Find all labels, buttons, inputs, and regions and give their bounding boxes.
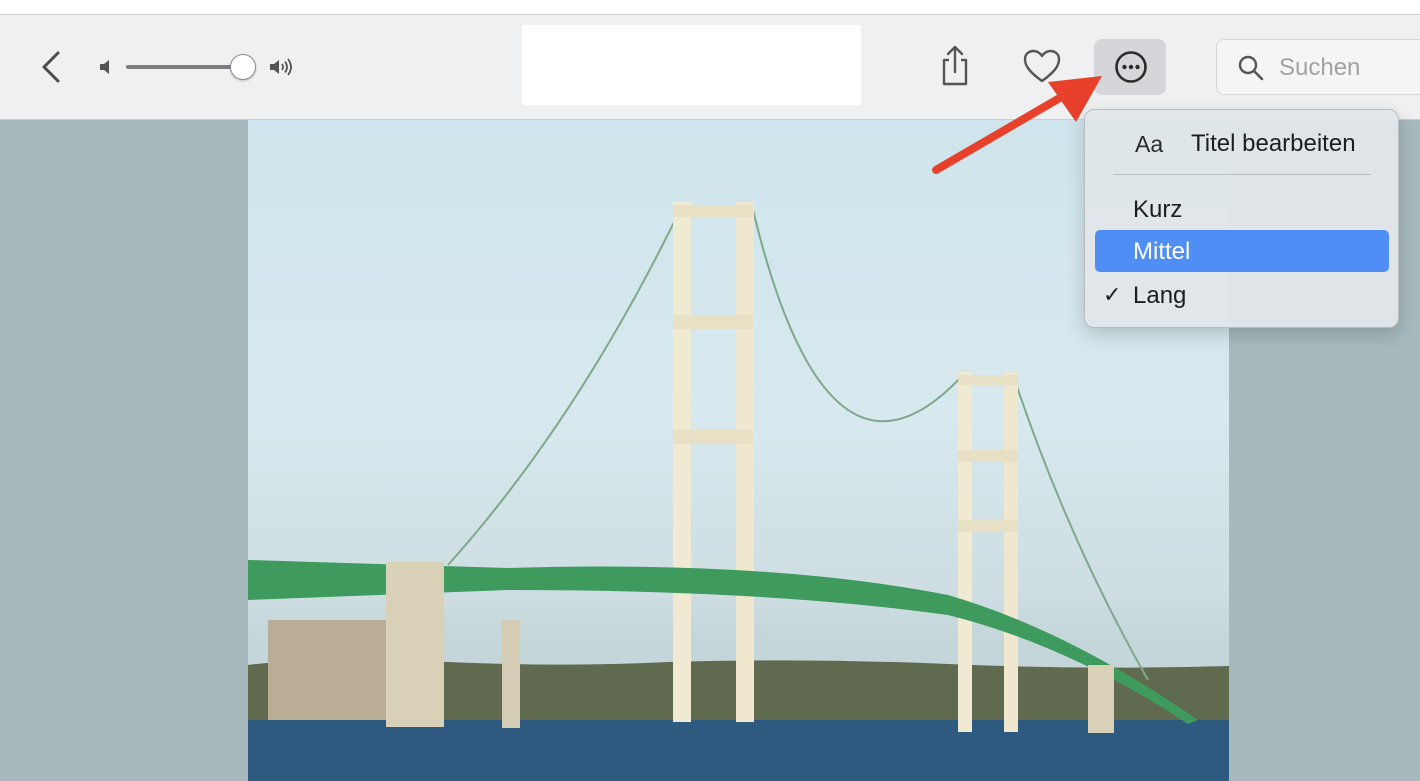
menu-item-lang-label: Lang	[1133, 282, 1187, 309]
menu-item-kurz[interactable]: Kurz	[1095, 188, 1389, 230]
menu-item-mittel[interactable]: Mittel	[1095, 230, 1389, 272]
menu-item-edit-title-label: Titel bearbeiten	[1191, 130, 1356, 157]
bridge-illustration	[248, 202, 1229, 781]
ellipsis-circle-icon	[1115, 51, 1147, 83]
menu-item-lang[interactable]: ✓ Lang	[1095, 274, 1389, 316]
menu-item-kurz-label: Kurz	[1133, 196, 1183, 223]
search-icon	[1238, 55, 1264, 81]
chevron-left-icon	[42, 51, 60, 83]
speaker-low-icon	[98, 58, 112, 76]
volume-slider-track	[126, 65, 242, 69]
toolbar	[0, 15, 1420, 120]
bridge-photo	[248, 120, 1229, 781]
title-redaction-box	[522, 25, 861, 105]
menu-item-mittel-label: Mittel	[1133, 238, 1191, 265]
volume-slider-knob[interactable]	[230, 54, 256, 80]
menu-separator	[1113, 174, 1371, 175]
annotation-arrow	[932, 76, 1102, 174]
text-format-icon: Aa	[1135, 131, 1164, 157]
menu-item-edit-title[interactable]: Aa Titel bearbeiten	[1095, 122, 1389, 164]
search-input[interactable]	[1277, 50, 1420, 86]
search-field[interactable]	[1216, 39, 1420, 95]
window-top-strip	[0, 0, 1420, 15]
caption-length-menu: Aa Titel bearbeiten Kurz Mittel ✓ Lang	[1084, 109, 1399, 328]
checkmark-icon: ✓	[1103, 282, 1122, 307]
back-button[interactable]	[36, 49, 68, 85]
speaker-high-icon	[268, 57, 294, 77]
volume-slider[interactable]	[126, 52, 258, 82]
